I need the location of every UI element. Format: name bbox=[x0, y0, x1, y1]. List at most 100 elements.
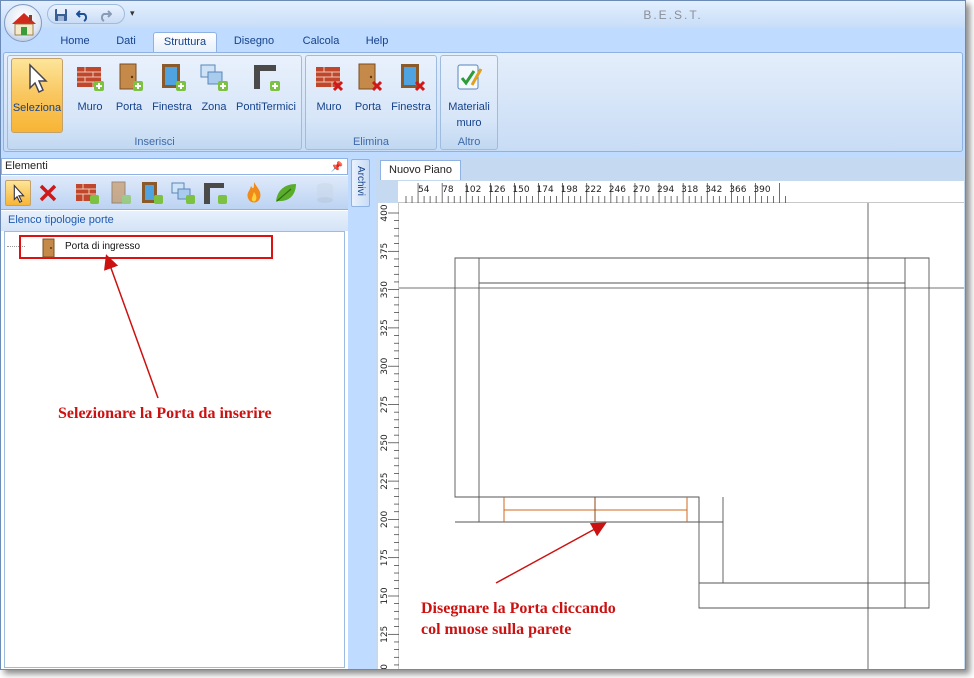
thermal-bridge-add-icon bbox=[254, 65, 280, 91]
archivi-side-tab[interactable]: Archivi bbox=[351, 159, 370, 207]
ruler-x-label: 150 bbox=[512, 185, 529, 195]
group-inserisci: Seleziona Muro Porta Finestra Zona Ponti… bbox=[7, 55, 302, 150]
ruler-x-label: 78 bbox=[442, 185, 454, 195]
delete-door-label: Porta bbox=[354, 101, 382, 113]
door-add-icon bbox=[119, 63, 143, 91]
group-altro: Materiali muro Altro bbox=[440, 55, 498, 150]
annotation-draw-door: Disegnare la Porta cliccando col muose s… bbox=[421, 598, 616, 640]
door-tool-icon[interactable] bbox=[106, 180, 132, 206]
vertical-ruler: 400 375 350 325 300 275 250 225 200 175 150 125 100 bbox=[378, 203, 399, 669]
brick-wall-add-icon bbox=[77, 67, 104, 91]
door-element[interactable] bbox=[503, 497, 688, 522]
insert-wall-button[interactable]: Muro bbox=[72, 58, 108, 133]
tab-disegno[interactable]: Disegno bbox=[223, 32, 285, 53]
delete-door-button[interactable]: Porta bbox=[350, 58, 386, 133]
tab-nuovo-piano[interactable]: Nuovo Piano bbox=[380, 160, 461, 180]
inner-wall-outline bbox=[479, 282, 906, 584]
ruler-x-label: 54 bbox=[418, 185, 430, 195]
ruler-y-label: 325 bbox=[380, 319, 390, 336]
wall-tool-icon[interactable] bbox=[74, 180, 100, 206]
ruler-y-label: 375 bbox=[380, 243, 390, 260]
pin-icon[interactable]: 📌 bbox=[331, 160, 343, 175]
insert-door-button[interactable]: Porta bbox=[111, 58, 147, 133]
ruler-x-label: 294 bbox=[657, 185, 674, 195]
delete-wall-label: Muro bbox=[316, 101, 342, 113]
list-caption: Elenco tipologie porte bbox=[1, 211, 348, 231]
annotation-draw-door-line2: col muose sulla parete bbox=[421, 621, 572, 638]
zone-tool-icon[interactable] bbox=[170, 180, 196, 206]
insert-window-label: Finestra bbox=[152, 101, 192, 113]
group-elimina-label: Elimina bbox=[352, 136, 390, 148]
thermal-bridge-tool-icon[interactable] bbox=[202, 180, 228, 206]
database-icon[interactable] bbox=[312, 180, 338, 206]
ruler-x-label: 318 bbox=[681, 185, 698, 195]
ribbon: Seleziona Muro Porta Finestra Zona Ponti… bbox=[3, 52, 963, 152]
window-title: B.E.S.T. bbox=[643, 8, 703, 22]
panel-toolbar bbox=[1, 176, 348, 210]
select-button[interactable]: Seleziona bbox=[11, 58, 63, 133]
ruler-x-label: 270 bbox=[633, 185, 650, 195]
tab-calcola[interactable]: Calcola bbox=[292, 32, 350, 53]
tab-help[interactable]: Help bbox=[357, 32, 397, 53]
door-icon bbox=[42, 238, 55, 258]
ruler-x-label: 246 bbox=[609, 185, 626, 195]
ruler-y-label: 175 bbox=[380, 549, 390, 566]
select-button-label: Seleziona bbox=[12, 102, 62, 114]
ruler-x-label: 222 bbox=[585, 185, 602, 195]
insert-window-button[interactable]: Finestra bbox=[149, 58, 195, 133]
archivi-label: Archivi bbox=[355, 166, 366, 197]
tab-struttura[interactable]: Struttura bbox=[153, 32, 217, 53]
list-item[interactable]: Porta di ingresso bbox=[19, 235, 273, 259]
ruler-y-label: 250 bbox=[380, 434, 390, 451]
insert-zone-label: Zona bbox=[201, 101, 227, 113]
panel-title: Elementi bbox=[5, 160, 48, 172]
cursor-arrow-icon bbox=[29, 63, 48, 94]
walls bbox=[454, 257, 930, 609]
ruler-y-label: 275 bbox=[380, 396, 390, 413]
window-tool-icon[interactable] bbox=[138, 180, 164, 206]
application-menu-button[interactable] bbox=[4, 4, 42, 42]
list-item-label: Porta di ingresso bbox=[65, 241, 141, 252]
ruler-x-label: 390 bbox=[753, 185, 770, 195]
delete-icon[interactable] bbox=[35, 180, 61, 206]
app-window: ▾ B.E.S.T. Home Dati Struttura Disegno C… bbox=[0, 0, 966, 670]
drawing-area: Nuovo Piano 54 78 102 126 150 174 198 222 246 270… bbox=[376, 158, 965, 669]
ruler-x-label: 126 bbox=[488, 185, 505, 195]
delete-window-label: Finestra bbox=[391, 101, 431, 113]
wall-materials-button[interactable]: Materiali muro bbox=[444, 58, 494, 136]
ruler-x-label: 198 bbox=[561, 185, 578, 195]
leaf-icon[interactable] bbox=[273, 180, 299, 206]
tab-dati[interactable]: Dati bbox=[105, 32, 147, 53]
insert-thermal-bridge-label: PontiTermici bbox=[236, 101, 296, 113]
horizontal-ruler: 54 78 102 126 150 174 198 222 246 270 294 318 342 366… bbox=[398, 181, 964, 203]
ruler-y-label: 350 bbox=[380, 281, 390, 298]
tab-home[interactable]: Home bbox=[52, 32, 98, 53]
ruler-y-label: 125 bbox=[380, 626, 390, 643]
annotation-draw-door-line1: Disegnare la Porta cliccando bbox=[421, 600, 616, 617]
door-delete-icon bbox=[358, 63, 383, 92]
house-logo-icon bbox=[12, 13, 36, 36]
ruler-x-label: 342 bbox=[705, 185, 722, 195]
ruler-x-label: 174 bbox=[537, 185, 554, 195]
ruler-y-label: 150 bbox=[380, 587, 390, 604]
door-types-tree: Porta di ingresso bbox=[4, 231, 345, 668]
wall-materials-label-line1: Materiali bbox=[448, 101, 490, 113]
fire-icon[interactable] bbox=[241, 180, 267, 206]
insert-zone-button[interactable]: Zona bbox=[197, 58, 231, 133]
ruler-y-label: 400 bbox=[380, 204, 390, 221]
window-delete-icon bbox=[401, 64, 426, 92]
delete-window-button[interactable]: Finestra bbox=[388, 58, 434, 133]
wall-materials-label-line2: muro bbox=[456, 117, 482, 129]
delete-wall-button[interactable]: Muro bbox=[310, 58, 348, 133]
group-elimina: Muro Porta Finestra Elimina bbox=[305, 55, 437, 150]
ribbon-tabs: Home Dati Struttura Disegno Calcola Help bbox=[1, 28, 965, 53]
ruler-y-label: 100 bbox=[380, 664, 390, 669]
insert-wall-label: Muro bbox=[77, 101, 103, 113]
ruler-y-label: 200 bbox=[380, 511, 390, 528]
insert-thermal-bridge-button[interactable]: PontiTermici bbox=[233, 58, 299, 133]
outer-wall-outline bbox=[454, 257, 930, 609]
select-tool-icon[interactable] bbox=[5, 180, 31, 206]
vertical-ruler-ticks: 400 375 350 325 300 275 250 225 200 175 150 125 100 bbox=[380, 204, 399, 669]
ruler-y-label: 300 bbox=[380, 357, 390, 374]
horizontal-ruler-ticks: 54 78 102 126 150 174 198 222 246 270 294 318 342 366… bbox=[405, 183, 786, 203]
